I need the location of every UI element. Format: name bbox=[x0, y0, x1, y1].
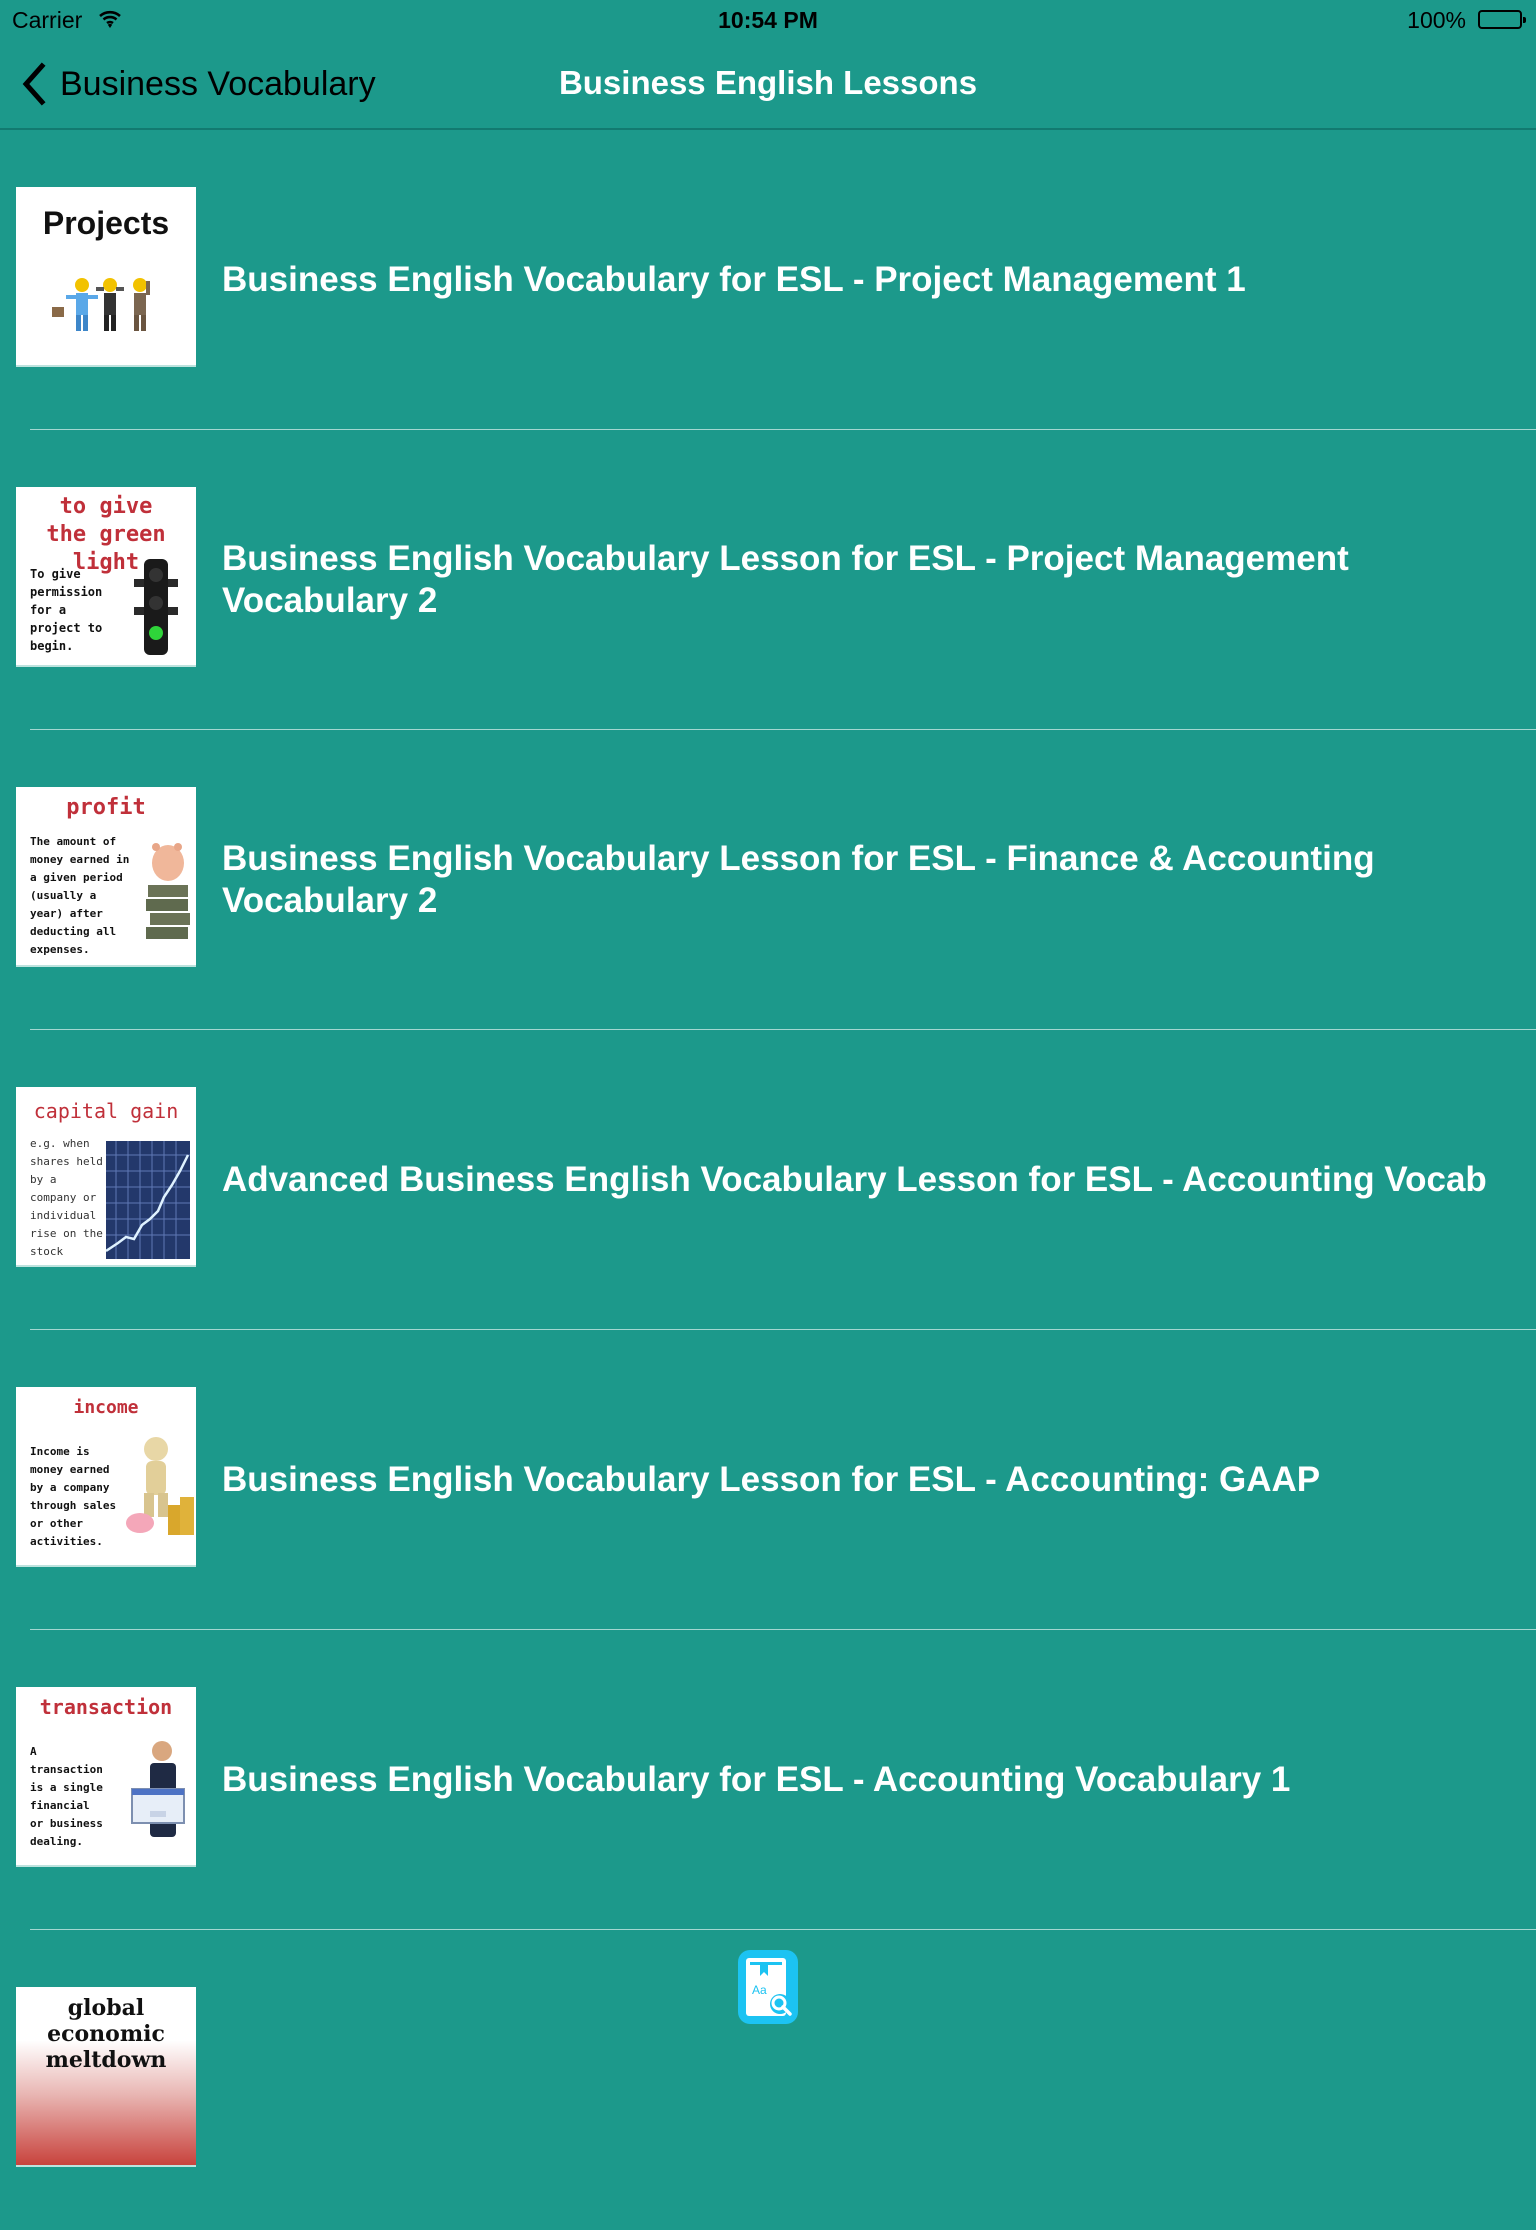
thumbnail-text: Income is money earned by a company thro… bbox=[30, 1445, 117, 1548]
lesson-title bbox=[222, 1930, 1506, 2229]
lesson-row[interactable]: income Income is money earned by a compa… bbox=[0, 1330, 1536, 1630]
thumbnail-text: The amount of money earned in a given pe… bbox=[30, 835, 130, 956]
lesson-title: Business English Vocabulary for ESL - Ac… bbox=[222, 1759, 1291, 1799]
thumbnail-text: A transaction is a single financial or b… bbox=[30, 1745, 103, 1848]
lesson-row[interactable]: capital gain e.g. when shares held by a … bbox=[0, 1030, 1536, 1330]
clock: 10:54 PM bbox=[718, 7, 818, 33]
battery-icon bbox=[1478, 10, 1526, 29]
lesson-thumbnail: Projects bbox=[16, 187, 196, 367]
thumbnail-heading: transaction bbox=[39, 1695, 173, 1719]
lesson-thumbnail: capital gain e.g. when shares held by a … bbox=[16, 1087, 196, 1267]
dictionary-search-icon: Aa bbox=[746, 1958, 792, 2016]
stock-chart-icon bbox=[106, 1141, 190, 1259]
lesson-list[interactable]: Projects Business English Vocabulary for… bbox=[0, 130, 1536, 2230]
lesson-title: Business English Vocabulary for ESL - Pr… bbox=[222, 259, 1246, 299]
lesson-thumbnail: income Income is money earned by a compa… bbox=[16, 1387, 196, 1567]
lesson-thumbnail: transaction A transaction is a single fi… bbox=[16, 1687, 196, 1867]
lesson-title: Business English Vocabulary Lesson for E… bbox=[222, 838, 1375, 920]
dictionary-glyph-text: Aa bbox=[752, 1983, 767, 1997]
figure-with-coins-icon bbox=[126, 1437, 194, 1535]
dictionary-search-button[interactable]: Aa bbox=[738, 1950, 798, 2024]
piggy-bank-icon bbox=[146, 843, 190, 939]
lesson-row[interactable]: transaction A transaction is a single fi… bbox=[0, 1630, 1536, 1930]
traffic-light-icon bbox=[134, 559, 178, 655]
lesson-title: Business English Vocabulary Lesson for E… bbox=[222, 1459, 1321, 1499]
lesson-thumbnail: to give the green light To give permissi… bbox=[16, 487, 196, 667]
page-title: Business English Lessons bbox=[558, 64, 978, 101]
thumbnail-heading: Projects bbox=[42, 205, 170, 241]
battery-percent: 100% bbox=[1407, 7, 1466, 33]
lesson-row[interactable]: profit The amount of money earned in a g… bbox=[0, 730, 1536, 1030]
thumbnail-text: e.g. when shares held by a company or in… bbox=[30, 1137, 103, 1265]
lesson-title: Advanced Business English Vocabulary Les… bbox=[222, 1159, 1487, 1199]
thumbnail-text: To give permission for a project to begi… bbox=[30, 567, 103, 653]
man-with-dialog-icon bbox=[131, 1741, 185, 1837]
thumbnail-heading: profit bbox=[66, 795, 146, 820]
workers-illustration-icon bbox=[52, 278, 150, 331]
thumbnail-heading: global economic meltdown bbox=[45, 1995, 167, 2073]
lesson-thumbnail: profit The amount of money earned in a g… bbox=[16, 787, 196, 967]
navigation-bar: Business Vocabulary Business English Les… bbox=[0, 40, 1536, 130]
lesson-row[interactable]: to give the green light To give permissi… bbox=[0, 430, 1536, 730]
status-bar: Carrier 10:54 PM 100% bbox=[0, 0, 1536, 40]
lesson-title: Business English Vocabulary Lesson for E… bbox=[222, 538, 1349, 620]
thumbnail-heading: capital gain bbox=[33, 1099, 179, 1123]
thumbnail-heading: income bbox=[73, 1397, 139, 1418]
lesson-row[interactable]: Projects Business English Vocabulary for… bbox=[0, 130, 1536, 430]
lesson-thumbnail: global economic meltdown bbox=[16, 1987, 196, 2167]
